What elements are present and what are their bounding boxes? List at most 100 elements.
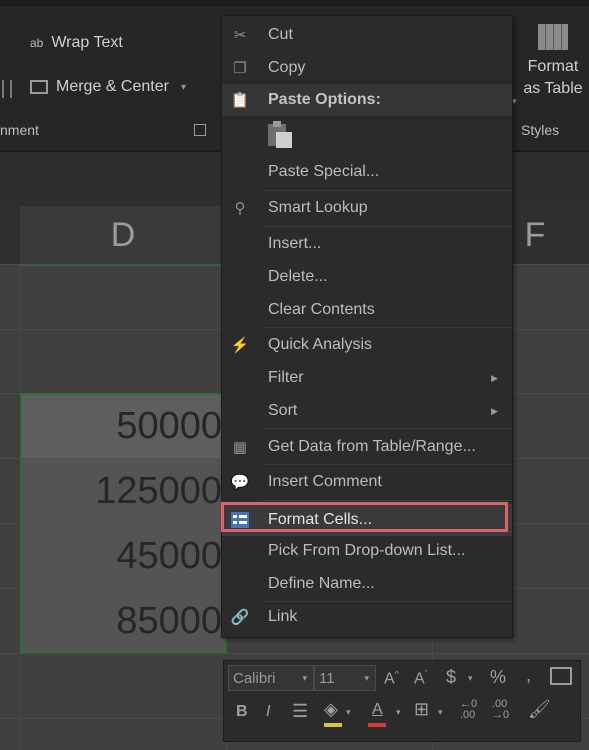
- column-header-d[interactable]: D: [20, 206, 226, 266]
- copy-icon: ❐: [233, 60, 247, 77]
- menu-item-copy[interactable]: ❐ Copy: [222, 52, 512, 84]
- menu-item-label: Filter: [268, 369, 304, 386]
- table-style-icon[interactable]: [550, 667, 572, 685]
- cell-value[interactable]: 45000: [22, 525, 222, 588]
- format-painter-icon[interactable]: 🖌: [528, 699, 551, 720]
- chevron-down-icon[interactable]: ▾: [468, 673, 473, 684]
- font-color-swatch: [368, 723, 386, 727]
- font-name-dropdown[interactable]: Calibri ▾: [228, 665, 314, 691]
- menu-item-get-data[interactable]: ▦ Get Data from Table/Range...: [222, 431, 512, 463]
- alignment-group-label: nment: [0, 122, 39, 138]
- cell-value[interactable]: 125000: [22, 460, 222, 523]
- chevron-down-icon[interactable]: ▾: [181, 82, 186, 93]
- menu-item-insert[interactable]: Insert...: [222, 228, 512, 260]
- merge-center-button[interactable]: Merge & Center ▾: [30, 78, 186, 96]
- comma-style-button[interactable]: ,: [526, 665, 531, 686]
- chevron-right-icon: ▶: [491, 405, 498, 416]
- wrap-text-button[interactable]: ab Wrap Text: [30, 34, 123, 52]
- menu-separator: [262, 428, 512, 429]
- bold-button[interactable]: B: [236, 703, 248, 721]
- highlight-annotation: [221, 502, 508, 532]
- chevron-down-icon: ▾: [364, 672, 369, 683]
- chevron-down-icon: ▾: [302, 672, 307, 683]
- menu-item-label: Quick Analysis: [268, 336, 373, 353]
- menu-separator: [262, 327, 512, 328]
- ribbon-top-strip: [0, 0, 589, 6]
- menu-item-cut[interactable]: ✂ Cut: [222, 19, 512, 51]
- format-as-table-button[interactable]: Format as Table: [518, 24, 588, 100]
- menu-item-label: Copy: [268, 59, 306, 76]
- menu-item-label: Insert...: [268, 235, 322, 252]
- menu-item-filter[interactable]: Filter ▶: [222, 362, 512, 394]
- paste-icon[interactable]: [264, 120, 294, 150]
- align-icon[interactable]: [2, 80, 12, 98]
- menu-item-insert-comment[interactable]: 💬 Insert Comment: [222, 466, 512, 498]
- menu-item-define-name[interactable]: Define Name...: [222, 568, 512, 600]
- clipboard-icon: 📋: [230, 92, 250, 109]
- decrease-font-icon[interactable]: Aˇ: [414, 669, 428, 688]
- menu-item-quick-analysis[interactable]: ⚡ Quick Analysis: [222, 329, 512, 361]
- menu-separator: [262, 464, 512, 465]
- fill-color-swatch: [324, 723, 342, 727]
- currency-button[interactable]: $: [446, 667, 456, 688]
- cell-value[interactable]: 50000: [22, 395, 222, 458]
- menu-item-label: Define Name...: [268, 575, 375, 592]
- menu-item-label: Sort: [268, 402, 298, 419]
- table-format-icon: [538, 24, 568, 50]
- format-as-table-label: Format as Table: [523, 58, 583, 97]
- wrap-text-icon: ab: [30, 36, 44, 50]
- table-icon: ▦: [232, 439, 248, 456]
- font-size-value: 11: [319, 669, 335, 687]
- menu-separator: [262, 190, 512, 191]
- scissors-icon: ✂: [233, 27, 247, 44]
- quick-analysis-icon: ⚡: [230, 337, 250, 354]
- menu-item-label: Insert Comment: [268, 473, 382, 490]
- italic-button[interactable]: I: [266, 703, 270, 721]
- menu-item-label: Get Data from Table/Range...: [268, 438, 476, 455]
- menu-item-label: Clear Contents: [268, 301, 375, 318]
- increase-font-icon[interactable]: A^: [384, 669, 399, 688]
- menu-item-label: Paste Special...: [268, 163, 380, 180]
- menu-separator: [262, 500, 512, 501]
- increase-decimal-icon[interactable]: ←0.00: [460, 699, 477, 721]
- fill-color-icon[interactable]: ◈: [324, 699, 338, 720]
- menu-item-delete[interactable]: Delete...: [222, 261, 512, 293]
- chevron-right-icon: ▶: [491, 372, 498, 383]
- menu-item-label: Link: [268, 608, 298, 625]
- menu-item-label: Cut: [268, 26, 293, 43]
- merge-center-label: Merge & Center: [56, 78, 169, 95]
- comment-icon: 💬: [230, 474, 250, 491]
- menu-item-label: Pick From Drop-down List...: [268, 542, 466, 559]
- chevron-down-icon[interactable]: ▾: [396, 707, 401, 718]
- menu-item-link[interactable]: 🔗 Link: [222, 601, 512, 633]
- menu-item-smart-lookup[interactable]: ⚲ Smart Lookup: [222, 192, 512, 224]
- menu-item-label: Smart Lookup: [268, 199, 368, 216]
- chevron-down-icon[interactable]: ▾: [438, 707, 443, 718]
- chevron-down-icon[interactable]: ▾: [346, 707, 351, 718]
- styles-group-label: Styles: [521, 122, 560, 138]
- mini-toolbar: Calibri ▾ 11 ▾ A^ Aˇ $ ▾ % , B I ☰ ◈ ▾ A…: [223, 660, 581, 742]
- menu-item-paste-special[interactable]: Paste Special...: [222, 156, 512, 188]
- percent-button[interactable]: %: [490, 667, 506, 688]
- cell-value[interactable]: 85000: [22, 590, 222, 653]
- menu-separator: [262, 226, 512, 227]
- link-icon: 🔗: [230, 609, 250, 626]
- grid-line: [0, 653, 589, 654]
- wrap-text-label: Wrap Text: [51, 34, 123, 51]
- menu-item-label: Paste Options:: [268, 91, 381, 108]
- menu-item-pick-from-dropdown[interactable]: Pick From Drop-down List...: [222, 535, 512, 567]
- align-center-icon[interactable]: ☰: [292, 701, 308, 722]
- dialog-launcher-icon[interactable]: [194, 124, 206, 136]
- decrease-decimal-icon[interactable]: .00 →0: [492, 699, 509, 721]
- font-size-dropdown[interactable]: 11 ▾: [314, 665, 376, 691]
- font-color-icon[interactable]: A: [372, 701, 383, 719]
- menu-item-label: Delete...: [268, 268, 328, 285]
- merge-center-icon: [30, 80, 48, 94]
- borders-icon[interactable]: ⊞: [414, 699, 429, 720]
- menu-item-clear-contents[interactable]: Clear Contents: [222, 294, 512, 326]
- context-menu: ✂ Cut ❐ Copy 📋 Paste Options: Paste Spec…: [221, 15, 513, 638]
- font-name-value: Calibri: [233, 669, 276, 687]
- paste-options-header: 📋 Paste Options:: [222, 84, 512, 116]
- menu-item-sort[interactable]: Sort ▶: [222, 395, 512, 427]
- smart-lookup-icon: ⚲: [234, 200, 246, 217]
